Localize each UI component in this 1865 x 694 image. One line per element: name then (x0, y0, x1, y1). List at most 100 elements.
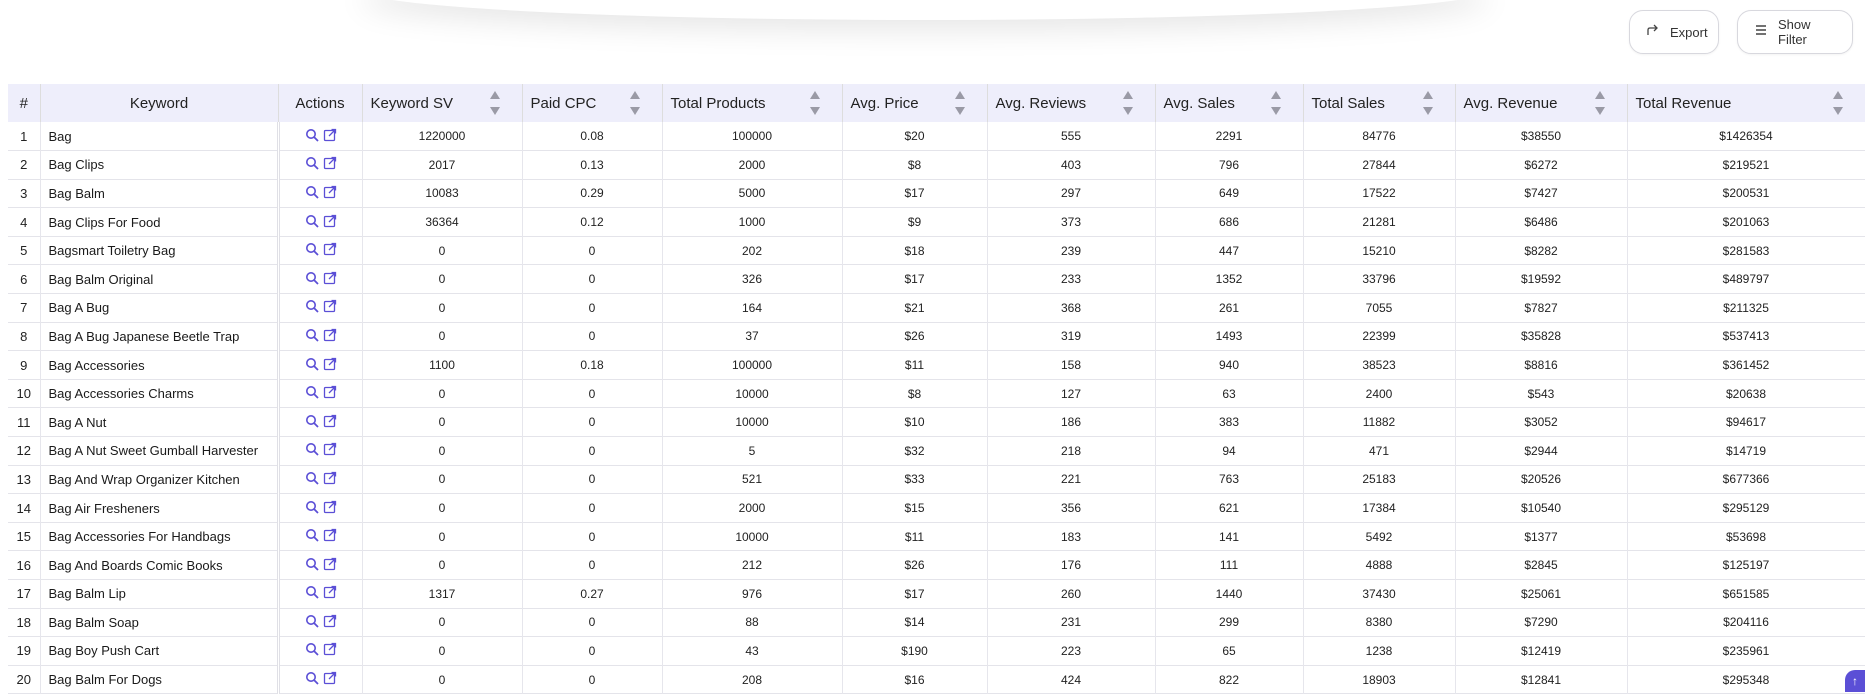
external-link-icon[interactable] (323, 671, 337, 688)
col-header-paid-cpc[interactable]: Paid CPC (522, 84, 663, 122)
search-icon[interactable] (305, 414, 319, 431)
table-row[interactable]: 7 Bag A Bug 0 0 164 $21 368 261 7055 $7827 $211325 (8, 293, 1865, 323)
keyword-cell[interactable]: Bag Air Fresheners (40, 493, 280, 523)
external-link-icon[interactable] (323, 214, 337, 231)
external-link-icon[interactable] (323, 271, 337, 288)
external-link-icon[interactable] (323, 185, 337, 202)
col-header-avg-sales[interactable]: Avg. Sales (1155, 84, 1304, 122)
table-row[interactable]: 14 Bag Air Fresheners 0 0 2000 $15 356 621 17384… (8, 493, 1865, 523)
col-header-avg-revenue[interactable]: Avg. Revenue (1455, 84, 1628, 122)
sort-icon[interactable] (1594, 91, 1605, 115)
table-row[interactable]: 12 Bag A Nut Sweet Gumball Harvester 0 0 5 $3… (8, 436, 1865, 466)
col-header-total-products[interactable]: Total Products (662, 84, 843, 122)
search-icon[interactable] (305, 156, 319, 173)
keyword-cell[interactable]: Bag Boy Push Cart (40, 636, 280, 666)
table-row[interactable]: 16 Bag And Boards Comic Books 0 0 212 $26 176 1… (8, 550, 1865, 580)
external-link-icon[interactable] (323, 328, 337, 345)
external-link-icon[interactable] (323, 299, 337, 316)
keyword-cell[interactable]: Bag Accessories For Handbags (40, 522, 280, 551)
external-link-icon[interactable] (323, 414, 337, 431)
table-row[interactable]: 6 Bag Balm Original 0 0 326 $17 233 1352 33796 $1… (8, 264, 1865, 294)
external-link-icon[interactable] (323, 471, 337, 488)
keyword-cell[interactable]: Bag Clips (40, 150, 280, 180)
keyword-cell[interactable]: Bag A Bug Japanese Beetle Trap (40, 322, 280, 351)
table-row[interactable]: 4 Bag Clips For Food 36364 0.12 1000 $9 373 686… (8, 207, 1865, 237)
external-link-icon[interactable] (323, 585, 337, 602)
table-row[interactable]: 2 Bag Clips 2017 0.13 2000 $8 403 796 27844 $6272… (8, 150, 1865, 180)
search-icon[interactable] (305, 471, 319, 488)
sort-icon[interactable] (1422, 91, 1433, 115)
keyword-cell[interactable]: Bag And Wrap Organizer Kitchen (40, 465, 280, 494)
keyword-cell[interactable]: Bagsmart Toiletry Bag (40, 236, 280, 265)
external-link-icon[interactable] (323, 557, 337, 574)
search-icon[interactable] (305, 299, 319, 316)
keyword-cell[interactable]: Bag A Nut (40, 407, 280, 437)
show-filter-button[interactable]: Show Filter (1737, 10, 1853, 54)
col-header-total-revenue[interactable]: Total Revenue (1627, 84, 1865, 122)
search-icon[interactable] (305, 385, 319, 402)
keyword-cell[interactable]: Bag Balm Original (40, 264, 280, 294)
keyword-cell[interactable]: Bag Accessories Charms (40, 379, 280, 408)
external-link-icon[interactable] (323, 442, 337, 459)
table-row[interactable]: 19 Bag Boy Push Cart 0 0 43 $190 223 65 1238 $124… (8, 636, 1865, 666)
table-row[interactable]: 17 Bag Balm Lip 1317 0.27 976 $17 260 1440 37430… (8, 579, 1865, 609)
keyword-cell[interactable]: Bag Balm For Dogs (40, 665, 280, 694)
sort-icon[interactable] (1270, 91, 1281, 115)
table-row[interactable]: 9 Bag Accessories 1100 0.18 100000 $11 158 940 3… (8, 350, 1865, 380)
external-link-icon[interactable] (323, 614, 337, 631)
search-icon[interactable] (305, 557, 319, 574)
search-icon[interactable] (305, 128, 319, 145)
col-header-avg-price[interactable]: Avg. Price (842, 84, 988, 122)
keyword-cell[interactable]: Bag A Bug (40, 293, 280, 323)
keyword-cell[interactable]: Bag Accessories (40, 350, 280, 380)
table-row[interactable]: 13 Bag And Wrap Organizer Kitchen 0 0 521 $33… (8, 465, 1865, 494)
search-icon[interactable] (305, 528, 319, 545)
search-icon[interactable] (305, 185, 319, 202)
table-row[interactable]: 3 Bag Balm 10083 0.29 5000 $17 297 649 17522 $742… (8, 179, 1865, 208)
keyword-cell[interactable]: Bag Balm Lip (40, 579, 280, 609)
keyword-cell[interactable]: Bag And Boards Comic Books (40, 550, 280, 580)
scroll-to-top-button[interactable]: ↑ (1845, 670, 1865, 692)
external-link-icon[interactable] (323, 357, 337, 374)
table-row[interactable]: 15 Bag Accessories For Handbags 0 0 10000 $11… (8, 522, 1865, 551)
external-link-icon[interactable] (323, 528, 337, 545)
keyword-cell[interactable]: Bag Clips For Food (40, 207, 280, 237)
sort-icon[interactable] (629, 91, 640, 115)
sort-icon[interactable] (954, 91, 965, 115)
search-icon[interactable] (305, 500, 319, 517)
table-row[interactable]: 5 Bagsmart Toiletry Bag 0 0 202 $18 239 447 1521… (8, 236, 1865, 265)
keyword-cell[interactable]: Bag Balm (40, 179, 280, 208)
table-row[interactable]: 11 Bag A Nut 0 0 10000 $10 186 383 11882 $3052 $94… (8, 407, 1865, 437)
table-row[interactable]: 10 Bag Accessories Charms 0 0 10000 $8 127 63 24… (8, 379, 1865, 408)
col-header-keyword-sv[interactable]: Keyword SV (362, 84, 523, 122)
search-icon[interactable] (305, 642, 319, 659)
external-link-icon[interactable] (323, 128, 337, 145)
sort-icon[interactable] (809, 91, 820, 115)
external-link-icon[interactable] (323, 242, 337, 259)
table-row[interactable]: 8 Bag A Bug Japanese Beetle Trap 0 0 37 $26 31… (8, 322, 1865, 351)
sort-icon[interactable] (489, 91, 500, 115)
search-icon[interactable] (305, 214, 319, 231)
export-button[interactable]: Export (1629, 10, 1719, 54)
keyword-cell[interactable]: Bag A Nut Sweet Gumball Harvester (40, 436, 280, 466)
sort-icon[interactable] (1832, 91, 1843, 115)
search-icon[interactable] (305, 357, 319, 374)
table-row[interactable]: 20 Bag Balm For Dogs 0 0 208 $16 424 822 18903 $1… (8, 665, 1865, 694)
search-icon[interactable] (305, 442, 319, 459)
table-row[interactable]: 1 Bag 1220000 0.08 100000 $20 555 2291 84776 $385… (8, 122, 1865, 151)
col-header-keyword[interactable]: Keyword (40, 84, 279, 122)
search-icon[interactable] (305, 671, 319, 688)
search-icon[interactable] (305, 271, 319, 288)
external-link-icon[interactable] (323, 500, 337, 517)
external-link-icon[interactable] (323, 642, 337, 659)
search-icon[interactable] (305, 328, 319, 345)
external-link-icon[interactable] (323, 385, 337, 402)
keyword-cell[interactable]: Bag (40, 122, 280, 151)
search-icon[interactable] (305, 242, 319, 259)
sort-icon[interactable] (1122, 91, 1133, 115)
search-icon[interactable] (305, 614, 319, 631)
external-link-icon[interactable] (323, 156, 337, 173)
search-icon[interactable] (305, 585, 319, 602)
table-row[interactable]: 18 Bag Balm Soap 0 0 88 $14 231 299 8380 $7290 $20… (8, 608, 1865, 637)
col-header-avg-reviews[interactable]: Avg. Reviews (987, 84, 1156, 122)
